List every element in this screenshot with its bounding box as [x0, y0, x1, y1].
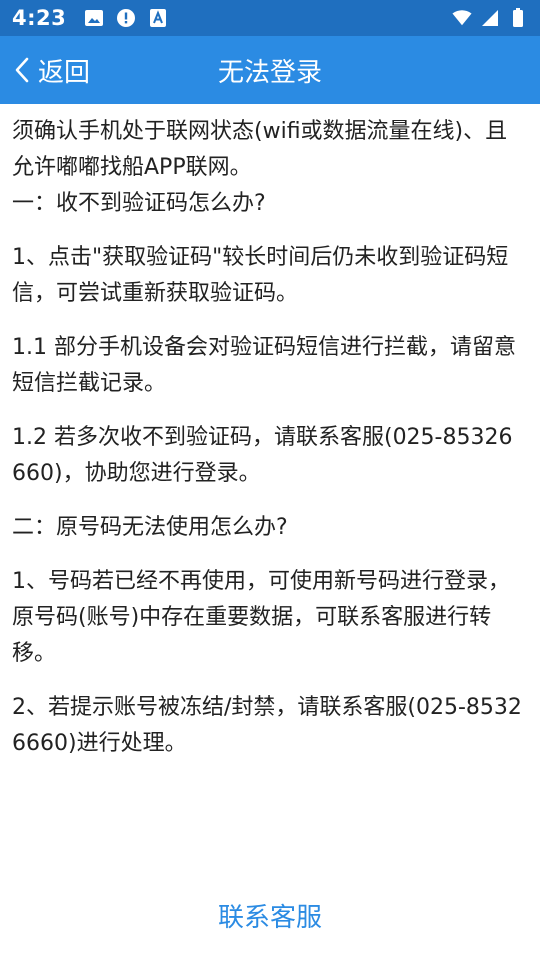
alert-circle-icon: [116, 8, 136, 28]
image-icon: [84, 8, 104, 28]
wifi-icon: [452, 8, 472, 28]
back-label: 返回: [38, 57, 91, 88]
battery-icon: [508, 8, 528, 28]
answer-2-2-text: 2、若提示账号被冻结/封禁，请联系客服(025-85326660)进行处理。: [12, 695, 522, 756]
app-bar: 返回 无法登录: [0, 36, 540, 104]
help-content: 须确认手机处于联网状态(wifi或数据流量在线)、且允许嘟嘟找船APP联网。 一…: [12, 114, 526, 780]
answer-1-1-text: 1.1 部分手机设备会对验证码短信进行拦截，请留意短信拦截记录。: [12, 335, 516, 396]
answer-1-2-text: 1.2 若多次收不到验证码，请联系客服(025-85326660)，协助您进行登…: [12, 425, 513, 486]
status-notification-icons: [84, 8, 168, 28]
question-1-heading: 一：收不到验证码怎么办?: [12, 191, 266, 216]
contact-support-button[interactable]: 联系客服: [0, 892, 540, 938]
back-button[interactable]: 返回: [12, 36, 90, 104]
question-2-heading: 二：原号码无法使用怎么办?: [12, 515, 288, 540]
signal-icon: [480, 8, 500, 28]
answer-2-1-text: 1、号码若已经不再使用，可使用新号码进行登录，原号码(账号)中存在重要数据，可联…: [12, 569, 510, 666]
answer-1-text: 1、点击"获取验证码"较长时间后仍未收到验证码短信，可尝试重新获取验证码。: [12, 245, 509, 306]
status-time: 4:23: [12, 6, 67, 30]
status-system-icons: [452, 8, 528, 28]
intro-text: 须确认手机处于联网状态(wifi或数据流量在线)、且允许嘟嘟找船APP联网。: [12, 119, 508, 180]
text-a-icon: [148, 8, 168, 28]
chevron-left-icon: [12, 57, 32, 83]
status-bar: 4:23: [0, 0, 540, 36]
